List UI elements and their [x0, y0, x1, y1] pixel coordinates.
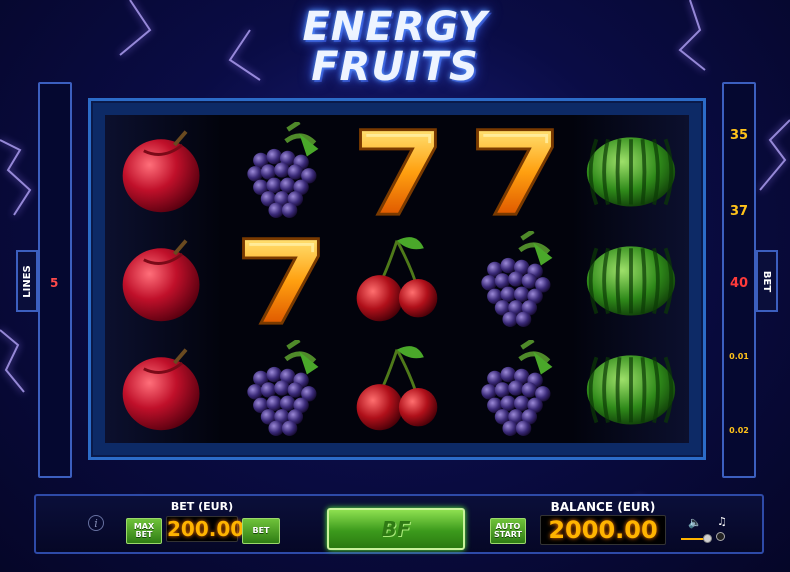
bet-label: BET (EUR) [170, 500, 234, 513]
volume-slider-knob[interactable] [703, 534, 712, 543]
grapes-symbol [222, 115, 339, 224]
seven-symbol [455, 115, 572, 224]
plum-symbol [105, 224, 222, 333]
bet-tab-label: BET [761, 270, 773, 292]
plum-symbol [105, 115, 222, 224]
bet-value: 200.00 [166, 516, 245, 542]
line-number: 0.01 [729, 352, 749, 361]
spin-button[interactable]: BF [327, 508, 465, 550]
lines-value: 5 [50, 276, 59, 290]
music-note-icon[interactable]: ♫ [717, 515, 727, 528]
cherry-symbol [339, 224, 456, 333]
bet-button[interactable]: BET [242, 518, 280, 544]
auto-start-label-2: START [493, 530, 523, 539]
max-bet-button[interactable]: MAX BET [126, 518, 162, 544]
balance-value: 2000.00 [540, 515, 666, 545]
spin-logo: BF [381, 517, 411, 541]
line-number: 0.02 [729, 426, 749, 435]
seven-symbol [222, 224, 339, 333]
plum-symbol [105, 334, 222, 443]
watermelon-symbol [572, 224, 689, 333]
grapes-symbol [455, 334, 572, 443]
grapes-symbol [455, 224, 572, 333]
watermelon-symbol [572, 115, 689, 224]
seven-symbol [339, 115, 456, 224]
reel-frame [88, 98, 706, 460]
lines-tab[interactable]: LINES [16, 250, 38, 312]
auto-start-button[interactable]: AUTO START [490, 518, 526, 544]
line-number: 40 [729, 276, 749, 291]
cherry-symbol [339, 334, 456, 443]
max-bet-label-2: BET [135, 530, 153, 539]
speaker-icon[interactable]: 🔈 [688, 516, 702, 529]
bet-tab[interactable]: BET [756, 250, 778, 312]
reel-grid [105, 115, 689, 443]
line-number: 37 [729, 204, 749, 219]
lines-label: LINES [21, 264, 33, 298]
watermelon-symbol [572, 334, 689, 443]
info-icon[interactable]: i [88, 515, 104, 531]
line-number: 35 [729, 128, 749, 143]
grapes-symbol [222, 334, 339, 443]
balance-label: BALANCE (EUR) [550, 500, 656, 514]
music-toggle[interactable] [716, 532, 725, 541]
game-title-line2: FRUITS [311, 44, 479, 90]
